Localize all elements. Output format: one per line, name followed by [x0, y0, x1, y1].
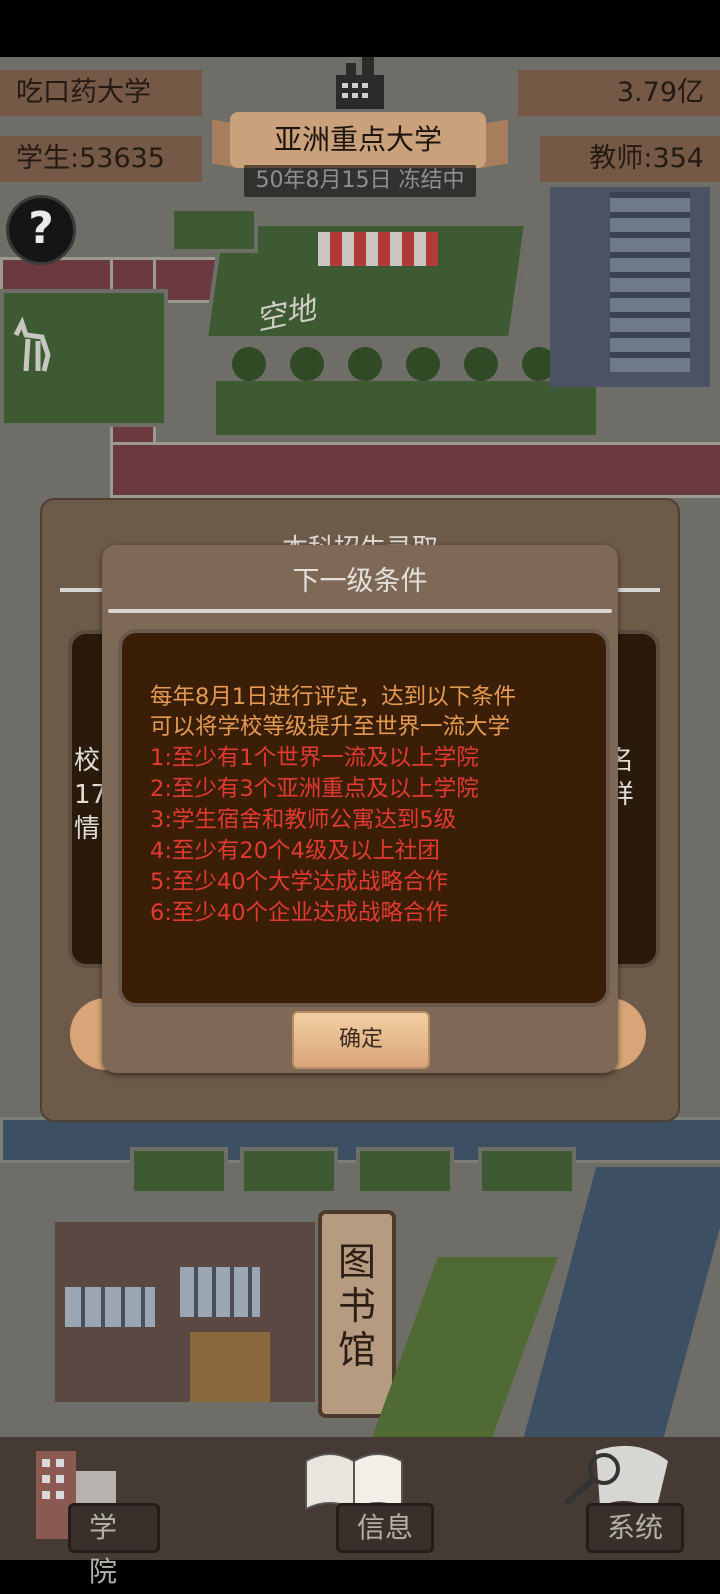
library-sign[interactable]: 图书馆: [318, 1210, 396, 1418]
dialog-title: 下一级条件: [292, 566, 428, 597]
planter: [478, 1147, 576, 1195]
nav-college-label: 学院: [68, 1503, 160, 1588]
teacher-count: 教师:354: [540, 136, 720, 182]
rank-banner: 亚洲重点大学: [230, 112, 486, 168]
intro-line: 每年8月1日进行评定，达到以下条件: [150, 684, 517, 710]
requirement-item: 6:至少40个企业达成战略合作: [150, 900, 449, 926]
date-status: 50年8月15日 冻结中: [244, 165, 476, 197]
student-count: 学生:53635: [0, 136, 202, 182]
bottom-nav-bar: 学院 信息 系统: [0, 1437, 720, 1588]
nav-system[interactable]: 系统: [556, 1441, 706, 1553]
university-building-icon: [336, 57, 384, 109]
requirement-item: 2:至少有3个亚洲重点及以上学院: [150, 776, 479, 802]
requirement-item: 5:至少40个大学达成战略合作: [150, 869, 449, 895]
tree-row: [212, 377, 600, 439]
deer-statue-icon: [13, 316, 51, 372]
library-sign-label: 图书馆: [337, 1240, 376, 1372]
nav-college[interactable]: 学院: [30, 1441, 160, 1588]
nav-info-label: 信息: [336, 1503, 435, 1553]
library-windows: [65, 1287, 155, 1327]
next-level-dialog: 下一级条件 每年8月1日进行评定，达到以下条件 可以将学校等级提升至世界一流大学…: [102, 545, 618, 1073]
planter: [130, 1147, 228, 1195]
intro-line: 可以将学校等级提升至世界一流大学: [150, 714, 511, 740]
river: [523, 1167, 720, 1437]
planter: [356, 1147, 454, 1195]
map-road: [110, 442, 720, 498]
status-bar: [0, 0, 720, 57]
school-name: 吃口药大学: [0, 70, 202, 116]
library-windows: [180, 1267, 260, 1317]
library-entrance: [190, 1332, 270, 1402]
confirm-button[interactable]: 确定: [292, 1011, 430, 1069]
planter: [240, 1147, 338, 1195]
nav-info[interactable]: 信息: [296, 1441, 446, 1553]
funds-display: 3.79亿: [518, 70, 720, 116]
dialog-divider: [108, 609, 612, 613]
requirement-item: 4:至少有20个4级及以上社团: [150, 838, 440, 864]
conditions-panel: 每年8月1日进行评定，达到以下条件 可以将学校等级提升至世界一流大学 1:至少有…: [118, 629, 610, 1007]
nav-system-label: 系统: [586, 1503, 685, 1553]
construction-fence: [318, 232, 438, 266]
requirement-item: 3:学生宿舍和教师公寓达到5级: [150, 807, 457, 833]
building-windows: [610, 192, 690, 372]
small-planter: [170, 207, 258, 253]
requirement-item: 1:至少有1个世界一流及以上学院: [150, 745, 479, 771]
help-button[interactable]: ?: [6, 195, 76, 265]
